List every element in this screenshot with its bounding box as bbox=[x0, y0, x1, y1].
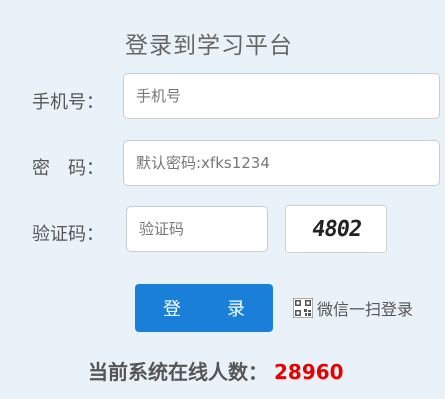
online-users-label: 当前系统在线人数： bbox=[88, 360, 268, 384]
wechat-login-link[interactable]: 微信一扫登录 bbox=[293, 296, 413, 320]
login-button[interactable]: 登 录 bbox=[135, 284, 273, 332]
wechat-login-label: 微信一扫登录 bbox=[317, 300, 414, 319]
captcha-image[interactable]: 4802 bbox=[285, 205, 387, 253]
password-label: 密 码： bbox=[32, 158, 104, 179]
password-input[interactable] bbox=[123, 140, 440, 186]
captcha-label: 验证码： bbox=[32, 224, 104, 245]
qr-code-icon bbox=[293, 298, 313, 318]
captcha-input[interactable] bbox=[126, 206, 268, 252]
online-users-count: 28960 bbox=[274, 360, 344, 384]
online-users: 当前系统在线人数： 28960 bbox=[88, 356, 344, 385]
phone-label: 手机号： bbox=[32, 92, 104, 113]
captcha-code: 4802 bbox=[309, 216, 363, 242]
page-title: 登录到学习平台 bbox=[125, 33, 293, 59]
phone-input[interactable] bbox=[123, 73, 440, 119]
